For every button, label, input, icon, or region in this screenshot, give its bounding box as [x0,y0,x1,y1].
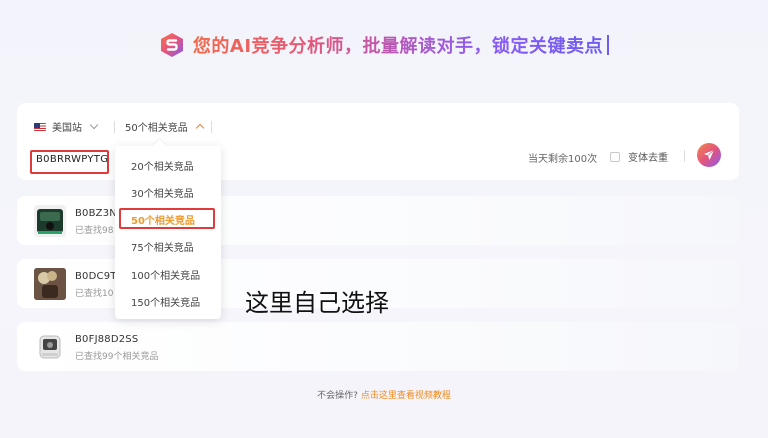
paper-plane-icon [704,149,715,160]
result-asin: B0FJ88D2SS [75,334,139,345]
competitor-count-dropdown: 20个相关竞品 30个相关竞品 50个相关竞品 75个相关竞品 100个相关竞品… [115,146,221,319]
result-row[interactable]: B0FJ88D2SS 已查找99个相关竞品 [17,322,739,371]
site-label: 美国站 [52,123,82,134]
footer-help: 不会操作? 点击这里查看视频教程 [0,388,768,401]
result-asin: B0BZ3N [75,208,117,219]
divider [210,120,212,133]
brand-s-logo-icon [159,32,185,58]
us-flag-icon [34,122,46,131]
variant-dedupe-toggle[interactable]: 变体去重 [610,149,668,164]
asin-input[interactable]: B0BRRWPYTG [30,150,109,174]
page-title: 您的AI竞争分析师，批量解读对手，锁定关键卖点 [193,32,603,58]
dropdown-option[interactable]: 150个相关竞品 [131,294,200,309]
chevron-down-icon [89,120,99,130]
footer-question: 不会操作? [317,391,358,401]
annotation-text: 这里自己选择 [245,289,389,317]
product-thumbnail [34,331,66,363]
dropdown-option[interactable]: 30个相关竞品 [131,185,194,200]
product-thumbnail [34,205,66,237]
dropdown-option[interactable]: 20个相关竞品 [131,158,194,173]
page-header: 您的AI竞争分析师，批量解读对手，锁定关键卖点 [0,28,768,62]
divider [114,120,115,133]
remaining-quota: 当天剩余100次 [528,154,598,165]
result-asin: B0DC9T [75,271,117,282]
competitor-count-label: 50个相关竞品 [125,123,188,134]
result-status: 已查找10 [75,289,114,299]
dedupe-label: 变体去重 [628,153,668,164]
divider [684,150,685,162]
video-tutorial-link[interactable]: 点击这里查看视频教程 [361,391,451,401]
submit-button[interactable] [697,143,721,167]
dropdown-option[interactable]: 100个相关竞品 [131,267,200,282]
site-selector[interactable]: 美国站 [34,119,99,134]
result-status: 已查找98 [75,226,114,236]
chevron-up-icon [195,123,204,133]
result-status: 已查找99个相关竞品 [75,352,159,362]
dropdown-option[interactable]: 75个相关竞品 [131,239,194,254]
product-thumbnail [34,268,66,300]
competitor-count-selector[interactable]: 50个相关竞品 [114,119,212,134]
dedupe-checkbox[interactable] [610,151,620,162]
typing-cursor [607,35,610,55]
dropdown-option-selected[interactable]: 50个相关竞品 [131,212,195,227]
